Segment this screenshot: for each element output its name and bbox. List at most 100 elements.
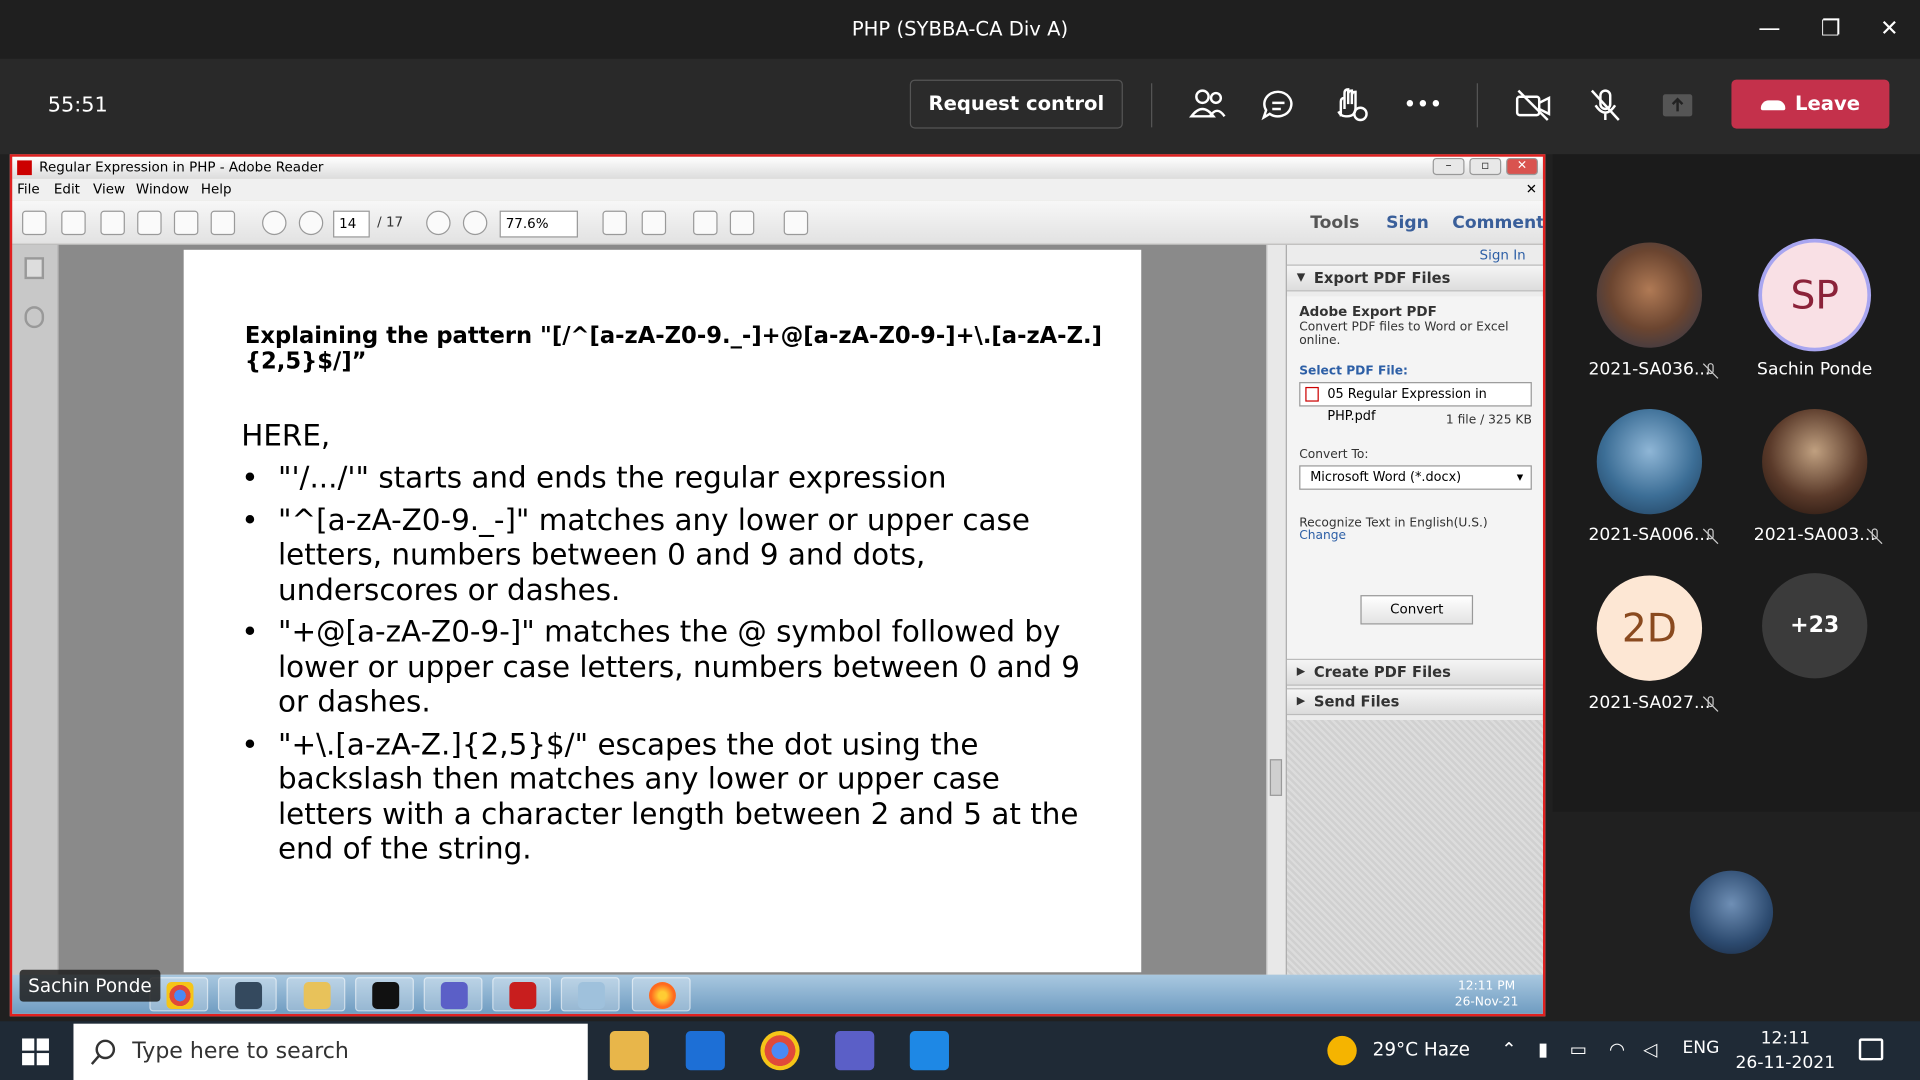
comment-bubble-icon[interactable] [693, 210, 718, 236]
send-header-label: Send Files [1313, 693, 1400, 711]
avatar[interactable] [1762, 408, 1868, 515]
share-tray-icon[interactable] [1656, 83, 1700, 127]
presenter-clock: 12:11 PM 26-Nov-21 [1455, 978, 1519, 1010]
tools-link[interactable]: Tools [1310, 213, 1359, 233]
avatar[interactable] [1596, 408, 1703, 515]
create-pdf-icon[interactable] [22, 210, 47, 236]
page-total: / 17 [377, 214, 404, 231]
document-scrollbar[interactable] [1266, 244, 1286, 975]
comment-link[interactable]: Comment [1452, 213, 1543, 233]
teams-task-icon[interactable] [423, 977, 483, 1012]
more-options-icon[interactable]: ••• [1401, 83, 1445, 127]
more-participants-button[interactable]: +23 [1762, 573, 1868, 679]
open-icon[interactable] [61, 210, 86, 236]
sign-in-link[interactable]: Sign In [1480, 247, 1526, 263]
reader-minimize-icon[interactable]: – [1432, 157, 1465, 176]
weather-icon[interactable] [1327, 1035, 1357, 1066]
menu-edit[interactable]: Edit [54, 181, 80, 197]
sql-task-icon[interactable] [217, 977, 277, 1012]
presenter-name-chip: Sachin Ponde [19, 969, 161, 1002]
attachments-icon[interactable] [24, 306, 45, 329]
reader-close-icon[interactable]: ✕ [1506, 157, 1538, 176]
request-control-button[interactable]: Request control [909, 79, 1123, 129]
zoom-out-icon[interactable] [426, 210, 451, 236]
send-files-header[interactable]: ▶ Send Files [1286, 688, 1543, 716]
mic-off-icon[interactable] [1583, 83, 1627, 127]
convert-to-select[interactable]: Microsoft Word (*.docx) ▾ [1299, 465, 1532, 490]
scroll-thumb[interactable] [1269, 759, 1283, 796]
acrobat-task-icon[interactable] [492, 977, 552, 1012]
folder-task-icon[interactable] [286, 977, 346, 1012]
avatar-initials: SP [1790, 271, 1839, 319]
avatar[interactable]: 2D [1596, 575, 1703, 681]
pages-panel-icon[interactable] [24, 257, 45, 280]
convert-button[interactable]: Convert [1360, 595, 1474, 625]
taskbar-search[interactable]: Type here to search [73, 1023, 588, 1080]
close-icon[interactable]: ✕ [1871, 12, 1908, 46]
zoom-in-icon[interactable] [462, 210, 488, 236]
menu-file[interactable]: File [17, 181, 40, 197]
menu-window[interactable]: Window [136, 181, 189, 197]
file-explorer-icon[interactable] [609, 1031, 649, 1071]
explanation-list: "'/.../'" starts and ends the regular ex… [241, 460, 1098, 873]
export-pdf-header[interactable]: ▼ Export PDF Files [1286, 264, 1543, 292]
chat-icon[interactable] [1256, 83, 1300, 127]
cmd-task-icon[interactable] [355, 977, 414, 1012]
mail-icon[interactable] [685, 1031, 725, 1071]
muted-mic-icon [1702, 528, 1719, 545]
mic-tray-icon[interactable]: ▮ [1538, 1038, 1548, 1060]
reactions-icon[interactable] [1329, 83, 1373, 127]
muted-mic-icon [1702, 696, 1719, 712]
teams-icon[interactable] [835, 1031, 875, 1071]
email-icon[interactable] [210, 210, 236, 236]
reader-title-bar: Regular Expression in PHP - Adobe Reader… [12, 156, 1543, 179]
sign-link[interactable]: Sign [1386, 213, 1429, 233]
tray-chevron-icon[interactable]: ⌃ [1501, 1038, 1516, 1060]
page-heading: Explaining the pattern "[/^[a-zA-Z0-9._-… [244, 323, 1102, 375]
fullscreen-icon[interactable] [783, 210, 809, 236]
edit-icon[interactable] [100, 210, 125, 236]
change-link[interactable]: Change [1299, 529, 1346, 542]
system-clock[interactable]: 12:11 26-11-2021 [1729, 1026, 1842, 1075]
avatar[interactable]: SP [1762, 242, 1868, 348]
selected-file[interactable]: 05 Regular Expression in PHP.pdf [1299, 382, 1532, 424]
photos-icon[interactable] [909, 1031, 949, 1071]
shared-screen: Regular Expression in PHP - Adobe Reader… [9, 154, 1546, 1017]
battery-icon[interactable]: ▭ [1570, 1038, 1587, 1060]
print-icon[interactable] [173, 210, 199, 236]
minimize-icon[interactable]: — [1751, 12, 1788, 46]
self-avatar[interactable] [1689, 870, 1774, 954]
next-page-icon[interactable] [298, 210, 324, 236]
meeting-timer: 55:51 [47, 93, 108, 118]
restore-icon[interactable]: ❐ [1812, 12, 1849, 46]
windows-start-icon[interactable] [22, 1038, 49, 1066]
camera-off-icon[interactable] [1511, 83, 1555, 127]
fit-page-icon[interactable] [641, 210, 667, 236]
avatar[interactable] [1596, 242, 1703, 348]
search-placeholder: Type here to search [132, 1038, 349, 1065]
people-icon[interactable] [1185, 83, 1229, 127]
reader-restore-icon[interactable]: ▫ [1469, 157, 1502, 176]
weather-text[interactable]: 29°C Haze [1373, 1038, 1470, 1060]
highlight-icon[interactable] [729, 210, 755, 236]
prev-page-icon[interactable] [262, 210, 287, 236]
app-task-icon[interactable] [560, 977, 620, 1012]
save-icon[interactable] [137, 210, 162, 236]
here-label: HERE, [241, 418, 331, 454]
fit-width-icon[interactable] [602, 210, 627, 236]
firefox-task-icon[interactable] [631, 977, 691, 1012]
language-indicator[interactable]: ENG [1682, 1038, 1719, 1058]
volume-icon[interactable]: ◁ [1643, 1038, 1657, 1060]
chrome-icon[interactable] [760, 1031, 800, 1071]
wifi-icon[interactable]: ◠ [1609, 1038, 1625, 1060]
teams-window: PHP (SYBBA-CA Div A) — ❐ ✕ 55:51 Request… [0, 0, 1920, 1080]
menu-view[interactable]: View [93, 181, 125, 197]
page-number-input[interactable]: 14 [333, 210, 370, 238]
menu-help[interactable]: Help [201, 181, 232, 197]
pdf-icon [17, 160, 32, 176]
notifications-icon[interactable] [1858, 1038, 1884, 1061]
doc-close-icon[interactable]: ✕ [1526, 181, 1537, 197]
zoom-select[interactable]: 77.6% [499, 210, 578, 238]
create-pdf-header[interactable]: ▶ Create PDF Files [1286, 658, 1543, 686]
leave-button[interactable]: Leave [1731, 79, 1890, 129]
